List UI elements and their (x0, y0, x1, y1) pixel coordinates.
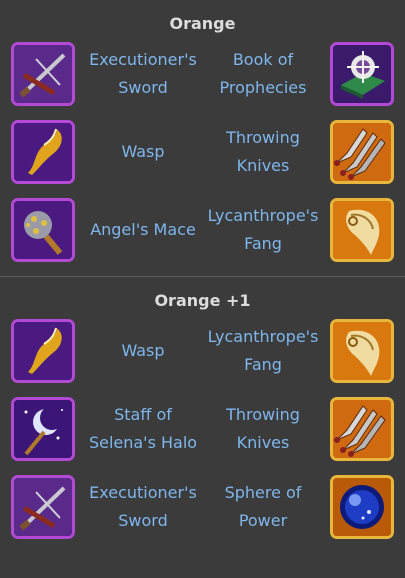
fang-icon[interactable] (330, 319, 394, 383)
combo-row: Angel's Mace Lycanthrope's Fang (0, 198, 405, 276)
item-name: Staff of Selena's Halo (88, 405, 198, 452)
combo-row: Executioner's Sword Book of Prophecies (0, 42, 405, 120)
item-name: Wasp (121, 142, 165, 161)
combo-row: Staff of Selena's Halo Throwing Knives (0, 397, 405, 475)
sphere-icon[interactable] (330, 475, 394, 539)
item-name: Sphere of Power (224, 483, 302, 530)
section-title: Orange +1 (154, 291, 251, 310)
item-name: Throwing Knives (226, 128, 300, 175)
item-name: Lycanthrope's Fang (207, 206, 319, 253)
item-name: Lycanthrope's Fang (207, 327, 319, 374)
horn-icon[interactable] (11, 120, 75, 184)
section-title: Orange (169, 14, 236, 33)
book-icon[interactable] (330, 42, 394, 106)
item-name: Wasp (121, 341, 165, 360)
sword-crossbow-icon[interactable] (11, 475, 75, 539)
item-name: Angel's Mace (90, 220, 196, 239)
knives-icon[interactable] (330, 397, 394, 461)
section-orange: Orange Executioner's Sword Book of Proph… (0, 0, 405, 276)
item-name: Executioner's Sword (89, 50, 197, 97)
item-name: Executioner's Sword (89, 483, 197, 530)
horn-icon[interactable] (11, 319, 75, 383)
section-orange-plus-1: Orange +1 Wasp Lycanthrope's Fang Staff … (0, 277, 405, 553)
item-name: Throwing Knives (226, 405, 300, 452)
knives-icon[interactable] (330, 120, 394, 184)
combo-row: Wasp Lycanthrope's Fang (0, 319, 405, 397)
combo-row: Executioner's Sword Sphere of Power (0, 475, 405, 553)
fang-icon[interactable] (330, 198, 394, 262)
mace-icon[interactable] (11, 198, 75, 262)
moon-staff-icon[interactable] (11, 397, 75, 461)
item-name: Book of Prophecies (219, 50, 307, 97)
item-combo-list: Orange Executioner's Sword Book of Proph… (0, 0, 405, 553)
combo-row: Wasp Throwing Knives (0, 120, 405, 198)
sword-crossbow-icon[interactable] (11, 42, 75, 106)
